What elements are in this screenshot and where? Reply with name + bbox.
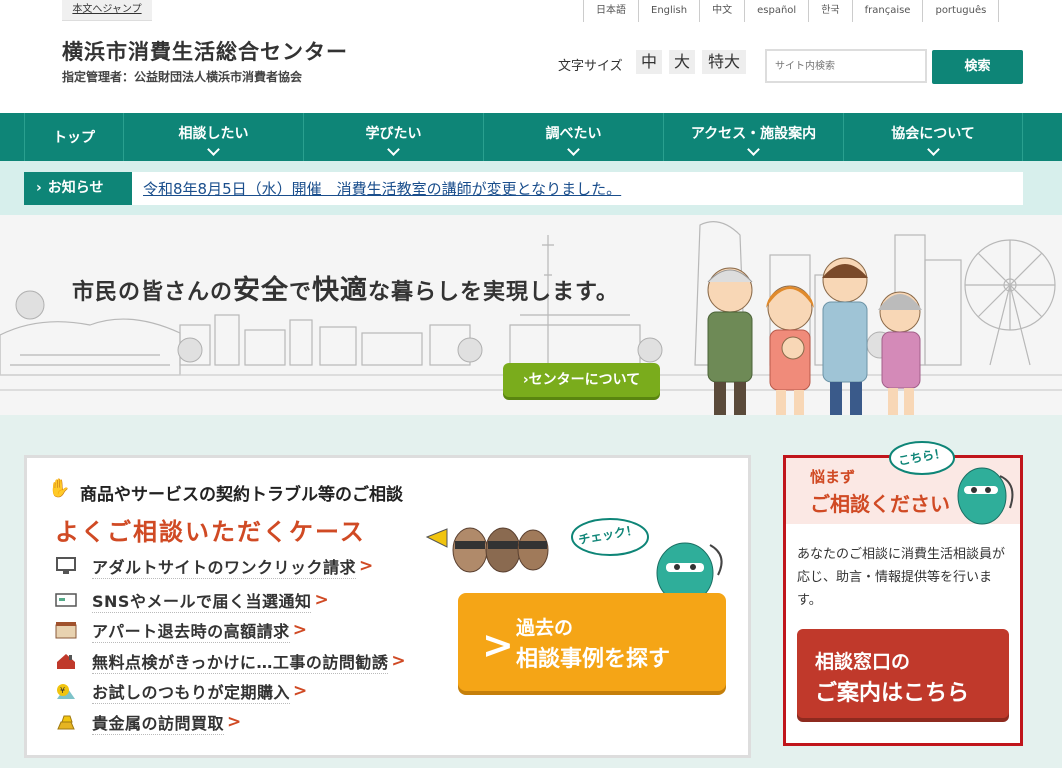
lang-fr[interactable]: française	[853, 0, 924, 22]
case-label: 貴金属の訪問買取	[92, 710, 225, 735]
lang-pt[interactable]: português	[923, 0, 1000, 22]
lang-en[interactable]: English	[639, 0, 701, 22]
nav-access[interactable]: アクセス・施設案内	[663, 113, 843, 161]
nav-about[interactable]: 協会について	[843, 113, 1023, 161]
chevron-right-icon: >	[293, 681, 308, 701]
font-size-xlarge-button[interactable]: 特大	[702, 50, 746, 74]
family-illustration	[707, 257, 922, 422]
nav-access-label: アクセス・施設案内	[690, 126, 817, 142]
consult-heading: 商品やサービスの契約トラブル等のご相談	[80, 485, 403, 505]
burglar-characters-illustration	[425, 527, 549, 573]
tagline-text: な暮らしを実現します。	[368, 280, 619, 305]
yen-icon: ¥	[55, 682, 77, 700]
nav-consult-label: 相談したい	[178, 126, 249, 142]
font-size-label: 文字サイズ	[558, 59, 623, 74]
lang-es[interactable]: español	[745, 0, 810, 22]
raised-hand-icon: ✋	[48, 478, 71, 499]
chevron-right-icon: >	[391, 651, 406, 671]
chevron-right-icon: >	[314, 590, 329, 610]
monitor-icon	[55, 557, 77, 575]
chevron-down-icon	[207, 143, 220, 156]
skip-to-content-link[interactable]: 本文へジャンプ	[62, 0, 152, 21]
nav-learn-label: 学びたい	[365, 126, 422, 142]
contact-line1: 相談窓口の	[815, 651, 911, 673]
font-size-large-button[interactable]: 大	[669, 50, 695, 74]
svg-text:¥: ¥	[60, 686, 65, 695]
building-icon	[55, 621, 77, 639]
search-past-cases-button[interactable]: > 過去の 相談事例を探す	[458, 593, 726, 691]
house-icon	[55, 652, 77, 670]
site-title[interactable]: 横浜市消費生活総合センター	[62, 36, 348, 66]
case-item[interactable]: 貴金属の訪問買取 >	[55, 709, 241, 735]
case-label: SNSやメールで届く当選通知	[92, 588, 312, 613]
chevron-right-icon: ›	[36, 180, 42, 196]
news-label: › お知らせ	[24, 172, 132, 205]
chevron-down-icon	[387, 143, 400, 156]
case-item[interactable]: アダルトサイトのワンクリック請求 >	[55, 553, 373, 579]
lang-ja[interactable]: 日本語	[583, 0, 639, 22]
lang-zh[interactable]: 中文	[700, 0, 746, 22]
main-nav: トップ 相談したい 学びたい 調べたい アクセス・施設案内 協会について	[0, 113, 1062, 161]
language-menu: 日本語 English 中文 español 한국 française port…	[583, 0, 1000, 22]
case-label: アパート退去時の高額請求	[92, 618, 290, 643]
contact-line2: ご案内はこちら	[815, 681, 970, 706]
nav-research[interactable]: 調べたい	[483, 113, 663, 161]
chevron-down-icon	[747, 143, 760, 156]
nav-learn[interactable]: 学びたい	[303, 113, 483, 161]
nav-consult[interactable]: 相談したい	[123, 113, 303, 161]
about-center-label: センターについて	[528, 372, 641, 388]
case-label: お試しのつもりが定期購入	[92, 679, 291, 704]
search-cases-line2: 相談事例を探す	[516, 647, 671, 672]
case-item[interactable]: 無料点検がきっかけに…工事の訪問勧誘 >	[55, 648, 406, 674]
case-item[interactable]: ¥ お試しのつもりが定期購入 >	[55, 678, 307, 704]
gold-icon	[55, 713, 77, 731]
font-size-medium-button[interactable]: 中	[636, 50, 662, 74]
case-label: 無料点検がきっかけに…工事の訪問勧誘	[92, 649, 389, 674]
tagline-emphasis: 安全	[233, 275, 290, 306]
chevron-down-icon	[926, 143, 940, 156]
site-search-input[interactable]	[765, 49, 927, 83]
search-button[interactable]: 検索	[932, 50, 1023, 84]
nav-about-label: 協会について	[891, 126, 975, 142]
chevron-right-icon: >	[227, 712, 242, 732]
cases-heading: よくご相談いただくケース	[55, 518, 366, 546]
about-center-button[interactable]: ›センターについて	[503, 363, 660, 397]
chevron-down-icon	[567, 143, 580, 156]
consultation-desk-button[interactable]: 相談窓口の ご案内はこちら	[797, 629, 1009, 718]
site-subtitle: 指定管理者：公益財団法人横浜市消費者協会	[62, 70, 303, 84]
chevron-right-icon: >	[359, 556, 374, 576]
hero-tagline: 市民の皆さんの安全で快適な暮らしを実現します。	[72, 268, 619, 307]
tagline-text: 市民の皆さんの	[72, 280, 234, 305]
tagline-emphasis: 快適	[312, 275, 369, 306]
case-label: アダルトサイトのワンクリック請求	[92, 554, 357, 579]
consult-description: あなたのご相談に消費生活相談員が応じ、助言・情報提供等を行います。	[797, 547, 1006, 608]
nav-top-label: トップ	[53, 130, 95, 146]
nav-top[interactable]: トップ	[24, 113, 123, 161]
nav-research-label: 調べたい	[545, 126, 602, 142]
case-item[interactable]: SNSやメールで届く当選通知 >	[55, 587, 329, 613]
search-cases-line1: 過去の	[516, 617, 574, 639]
chevron-right-icon: >	[482, 623, 514, 667]
check-mascot-illustration	[571, 518, 723, 595]
tagline-text: で	[289, 280, 313, 305]
card-icon	[55, 591, 77, 609]
chevron-right-icon: >	[292, 620, 307, 640]
case-item[interactable]: アパート退去時の高額請求 >	[55, 617, 307, 643]
news-label-text: お知らせ	[47, 180, 104, 196]
news-link[interactable]: 令和8年8月5日（水）開催 消費生活教室の講師が変更となりました。	[143, 178, 621, 199]
lang-ko[interactable]: 한국	[809, 0, 853, 22]
